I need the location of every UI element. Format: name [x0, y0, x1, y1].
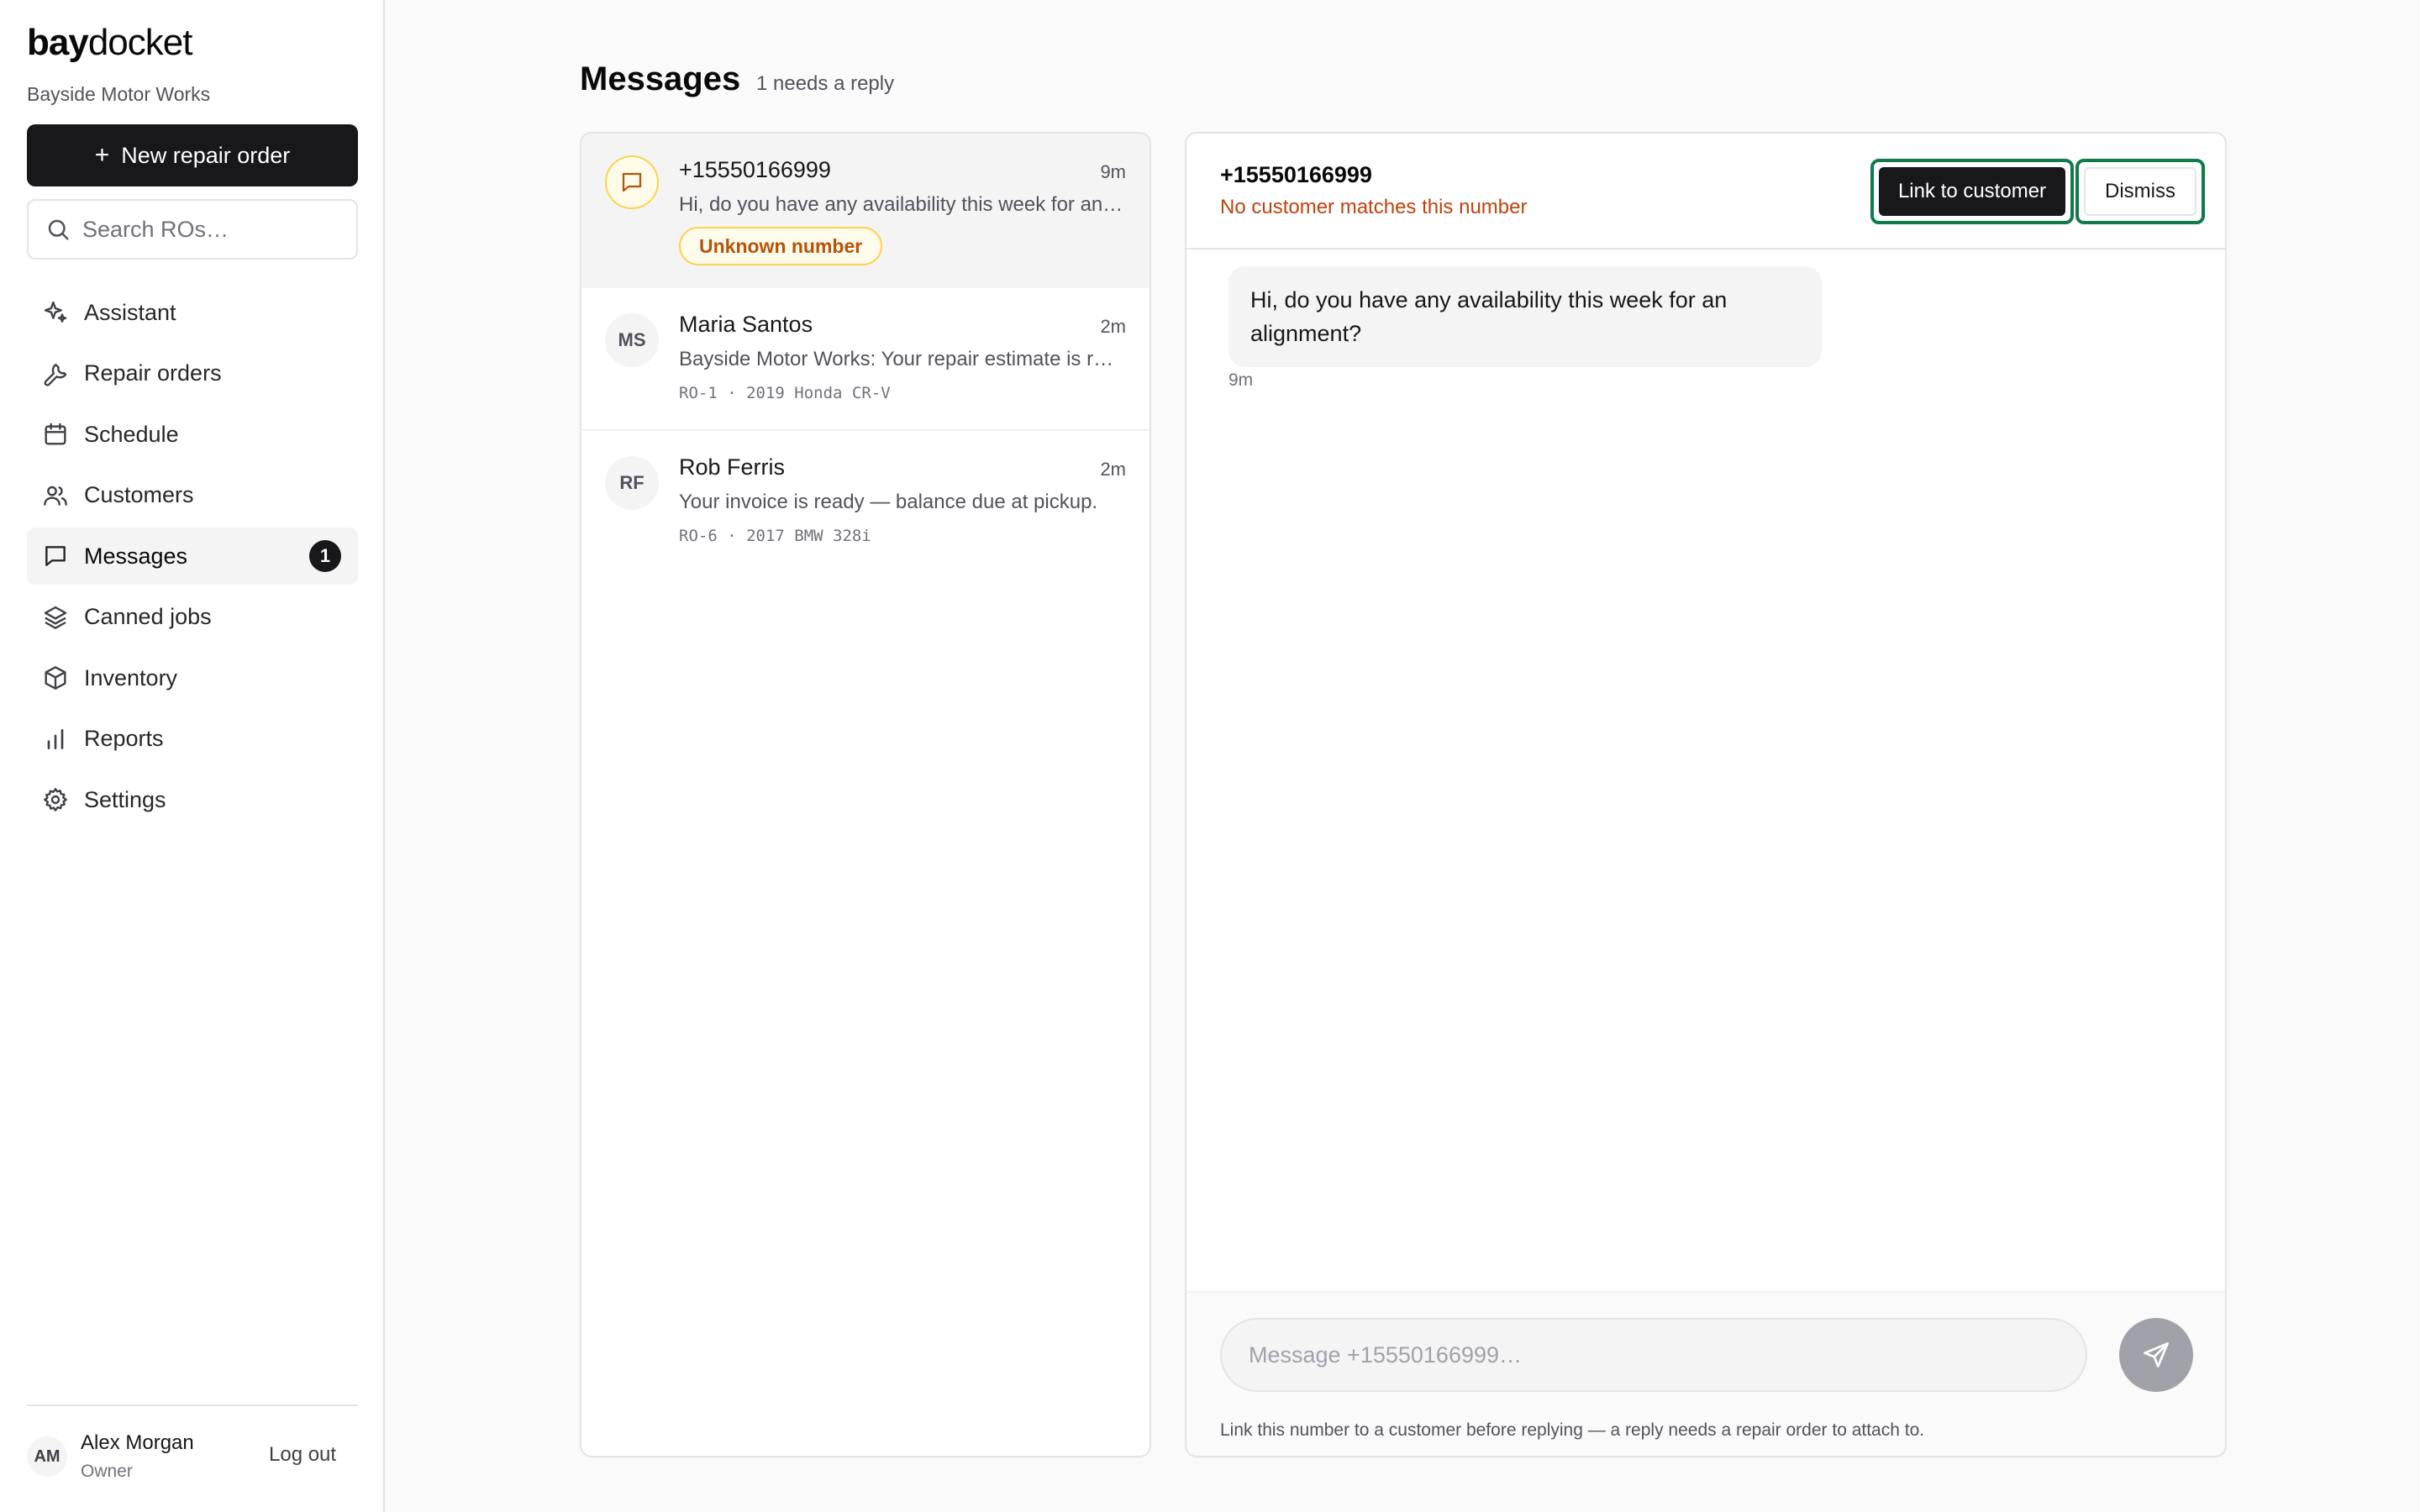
conversation-list: +15550166999 9m Hi, do you have any avai… — [580, 132, 1151, 1457]
sparkle-icon — [44, 301, 67, 323]
dismiss-button[interactable]: Dismiss — [2075, 159, 2205, 224]
page-subtitle: 1 needs a reply — [756, 72, 895, 95]
unread-count-badge: 1 — [309, 540, 341, 572]
brand-logo-light: docket — [87, 22, 193, 63]
link-to-customer-label: Link to customer — [1879, 167, 2065, 216]
layers-icon — [44, 606, 67, 629]
search-icon — [48, 219, 69, 240]
send-button[interactable] — [2119, 1318, 2193, 1392]
sidebar-item-inventory[interactable]: Inventory — [27, 649, 358, 706]
sidebar-item-label: Repair orders — [84, 360, 222, 386]
message-icon — [622, 172, 642, 192]
dismiss-label: Dismiss — [2084, 167, 2196, 216]
sidebar: baydocket Bayside Motor Works + New repa… — [0, 0, 385, 1512]
brand-logo-bold: bay — [27, 22, 89, 63]
divider — [27, 1404, 358, 1406]
conversation-time: 9m — [1100, 161, 1126, 182]
sidebar-item-assistant[interactable]: Assistant — [27, 284, 358, 341]
wrench-icon — [44, 363, 67, 386]
logout-button[interactable]: Log out — [269, 1443, 336, 1467]
conversation-name: +15550166999 — [679, 157, 831, 182]
sidebar-item-label: Inventory — [84, 664, 178, 690]
message-composer: Link this number to a customer before re… — [1186, 1291, 2225, 1456]
sidebar-item-label: Settings — [84, 786, 166, 812]
thread-phone-number: +15550166999 — [1220, 162, 1372, 187]
page-title: Messages — [580, 60, 741, 97]
user-role: Owner — [81, 1462, 133, 1481]
new-repair-order-button[interactable]: + New repair order — [27, 124, 358, 186]
sidebar-item-label: Customers — [84, 482, 194, 507]
bar-chart-icon — [47, 728, 64, 749]
box-icon — [45, 666, 66, 690]
link-to-customer-button[interactable]: Link to customer — [1870, 159, 2074, 224]
search-box[interactable] — [27, 199, 358, 260]
sidebar-item-label: Assistant — [84, 299, 176, 325]
calendar-icon — [45, 423, 66, 445]
sidebar-item-schedule[interactable]: Schedule — [27, 406, 358, 463]
message-input[interactable] — [1249, 1341, 2055, 1368]
message-icon — [45, 546, 66, 566]
users-icon — [44, 486, 67, 506]
message-thread: +15550166999 No customer matches this nu… — [1185, 132, 2227, 1457]
sidebar-item-messages[interactable]: Messages 1 — [27, 528, 358, 585]
composer-hint: Link this number to a customer before re… — [1220, 1420, 1925, 1440]
avatar: AM — [27, 1436, 67, 1477]
brand-logo[interactable]: baydocket — [27, 22, 192, 64]
sidebar-item-label: Reports — [84, 726, 164, 751]
conversation-preview: Bayside Motor Works: Your repair estimat… — [679, 348, 1124, 370]
avatar: RF — [605, 456, 659, 510]
conversation-preview: Hi, do you have any availability this we… — [679, 193, 1124, 216]
conversation-name: Maria Santos — [679, 312, 813, 337]
conversation-preview: Your invoice is ready — balance due at p… — [679, 491, 1098, 513]
search-input[interactable] — [82, 216, 351, 243]
composer-field[interactable] — [1220, 1318, 2087, 1392]
gear-icon — [44, 788, 67, 811]
sidebar-item-customers[interactable]: Customers — [27, 467, 358, 524]
conversation-item-maria-santos[interactable]: MS Maria Santos 2m Bayside Motor Works: … — [581, 288, 1150, 431]
conversation-ro-meta: RO-1 · 2019 Honda CR-V — [679, 384, 891, 402]
unknown-number-badge: Unknown number — [679, 227, 883, 265]
sidebar-item-label: Schedule — [84, 421, 179, 447]
conversation-item-unknown[interactable]: +15550166999 9m Hi, do you have any avai… — [581, 134, 1150, 288]
conversation-item-rob-ferris[interactable]: RF Rob Ferris 2m Your invoice is ready —… — [581, 431, 1150, 574]
message-timestamp: 9m — [1228, 370, 1254, 390]
shop-name: Bayside Motor Works — [27, 83, 211, 105]
sidebar-nav: Assistant Repair orders Schedule Custome… — [27, 284, 358, 832]
sidebar-item-repair-orders[interactable]: Repair orders — [27, 345, 358, 402]
user-name: Alex Morgan — [81, 1431, 194, 1454]
thread-header: +15550166999 No customer matches this nu… — [1186, 134, 2225, 249]
conversation-ro-meta: RO-6 · 2017 BMW 328i — [679, 527, 871, 545]
incoming-message-bubble: Hi, do you have any availability this we… — [1228, 266, 1822, 367]
send-icon — [2144, 1342, 2169, 1368]
conversation-time: 2m — [1100, 316, 1126, 337]
conversation-name: Rob Ferris — [679, 454, 786, 480]
plus-icon: + — [94, 141, 110, 169]
avatar — [605, 155, 659, 209]
sidebar-item-label: Messages — [84, 543, 188, 569]
avatar: MS — [605, 313, 659, 367]
new-repair-order-label: New repair order — [121, 142, 291, 168]
sidebar-item-label: Canned jobs — [84, 604, 212, 629]
sidebar-item-canned-jobs[interactable]: Canned jobs — [27, 589, 358, 646]
no-match-warning: No customer matches this number — [1220, 196, 1528, 218]
sidebar-item-reports[interactable]: Reports — [27, 711, 358, 768]
conversation-time: 2m — [1100, 459, 1126, 480]
sidebar-item-settings[interactable]: Settings — [27, 771, 358, 828]
